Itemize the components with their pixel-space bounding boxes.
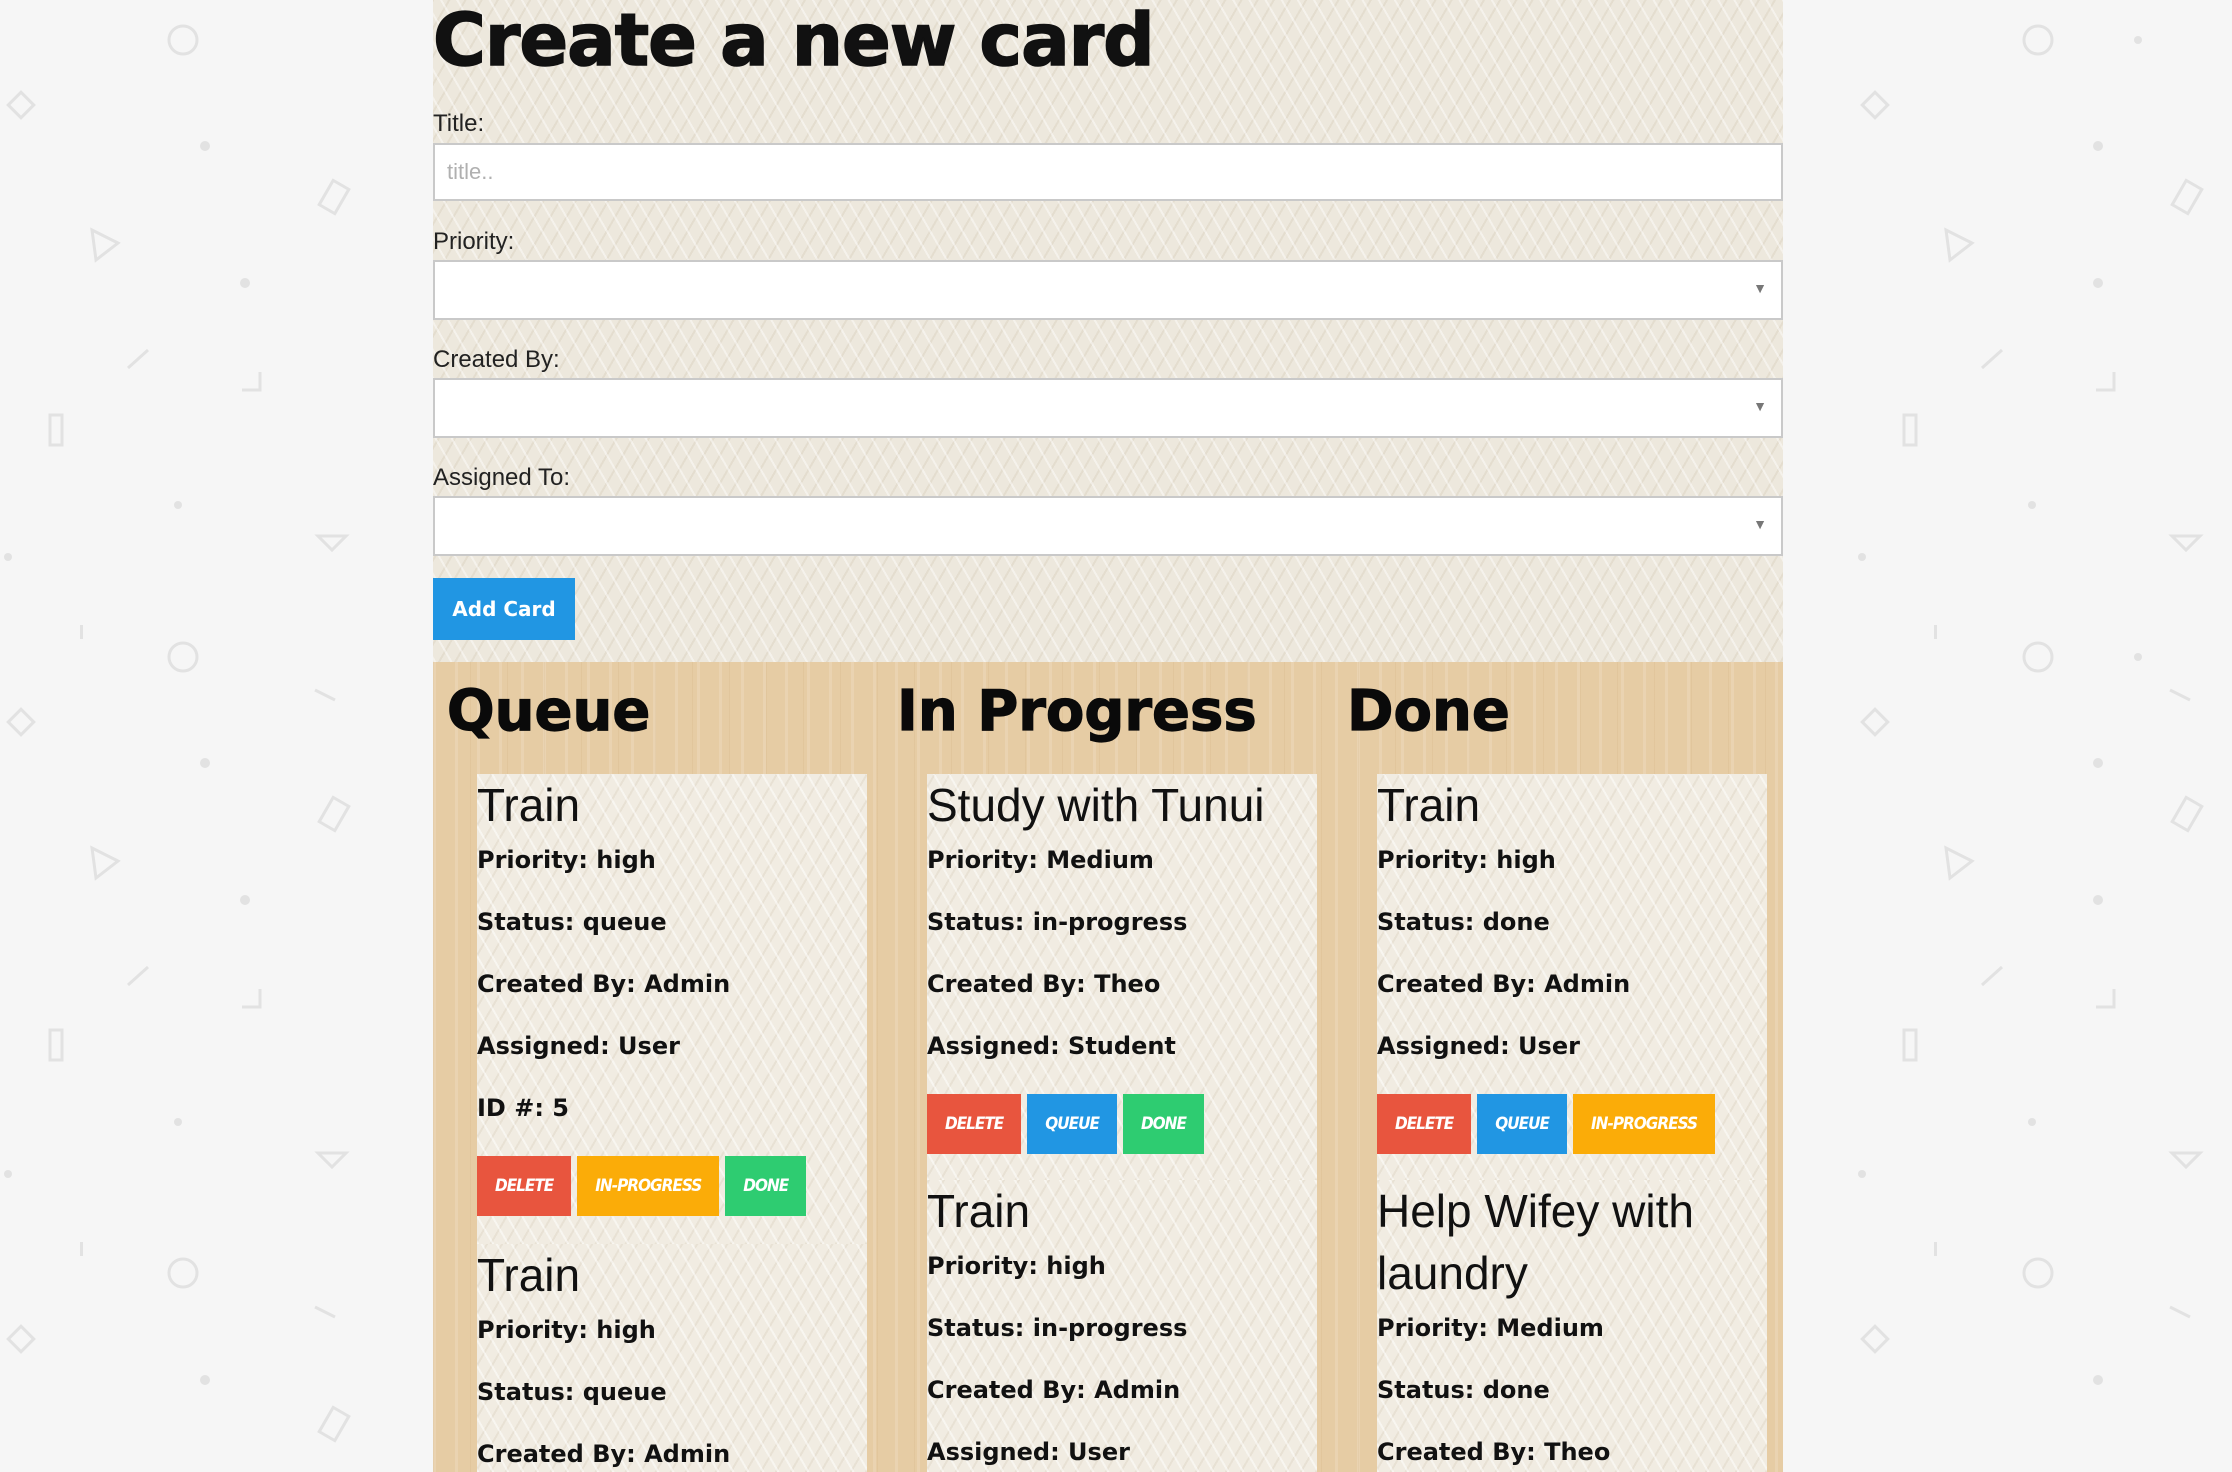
move-in-progress-button[interactable]: IN-PROGRESS <box>1572 1094 1716 1154</box>
card: Help Wifey with laundry Priority: Medium… <box>1377 1180 1767 1472</box>
card-title: Train <box>477 779 581 831</box>
move-queue-button[interactable]: QUEUE <box>1477 1094 1567 1154</box>
chevron-down-icon: ▼ <box>1753 398 1767 414</box>
column-in-progress: In Progress Study with Tunui Priority: M… <box>883 662 1333 1472</box>
card-id: ID #: 5 <box>477 1094 569 1122</box>
card-created-by: Created By: Theo <box>927 970 1161 998</box>
card-assigned: Assigned: User <box>1377 1032 1580 1060</box>
move-done-button[interactable]: DONE <box>1122 1094 1204 1154</box>
form-heading: Create a new card <box>432 0 1155 82</box>
title-label: Title: <box>433 110 485 137</box>
card-status: Status: in-progress <box>927 1314 1188 1342</box>
column-title: In Progress <box>896 679 1257 744</box>
card: Train Priority: high Status: queue Creat… <box>477 774 867 1244</box>
page-container: Create a new card Title: Priority: ▼ Cre… <box>432 0 1783 1472</box>
column-queue: Queue Train Priority: high Status: queue… <box>433 662 883 1472</box>
card: Study with Tunui Priority: Medium Status… <box>927 774 1317 1180</box>
card-status: Status: queue <box>477 908 667 936</box>
move-queue-button[interactable]: QUEUE <box>1027 1094 1117 1154</box>
priority-label: Priority: <box>433 228 515 255</box>
card-priority: Priority: Medium <box>1377 1314 1604 1342</box>
assigned-to-select[interactable]: ▼ <box>433 496 1783 556</box>
created-by-label: Created By: <box>433 346 560 373</box>
title-input[interactable] <box>433 143 1783 201</box>
card-assigned: Assigned: Student <box>927 1032 1176 1060</box>
card-title: Train <box>477 1249 581 1301</box>
card-created-by: Created By: Theo <box>1377 1438 1611 1466</box>
kanban-board: Queue Train Priority: high Status: queue… <box>433 662 1783 1472</box>
priority-select[interactable]: ▼ <box>433 260 1783 320</box>
card-priority: Priority: high <box>477 1316 656 1344</box>
card-status: Status: in-progress <box>927 908 1188 936</box>
card-priority: Priority: high <box>927 1252 1106 1280</box>
card-title: Study with Tunui <box>927 779 1265 831</box>
card-created-by: Created By: Admin <box>1377 970 1631 998</box>
delete-button[interactable]: DELETE <box>477 1156 572 1216</box>
card-assigned: Assigned: User <box>927 1438 1130 1466</box>
card-created-by: Created By: Admin <box>477 1440 731 1468</box>
card-actions: DELETE QUEUE DONE <box>927 1094 1204 1154</box>
assigned-to-label: Assigned To: <box>433 464 570 491</box>
card-priority: Priority: Medium <box>927 846 1154 874</box>
card-assigned: Assigned: User <box>477 1032 680 1060</box>
move-done-button[interactable]: DONE <box>725 1156 807 1216</box>
card-created-by: Created By: Admin <box>927 1376 1181 1404</box>
card-status: Status: queue <box>477 1378 667 1406</box>
card-status: Status: done <box>1377 1376 1550 1404</box>
card-title: Train <box>1377 779 1481 831</box>
card-created-by: Created By: Admin <box>477 970 731 998</box>
move-in-progress-button[interactable]: IN-PROGRESS <box>577 1156 720 1216</box>
created-by-select[interactable]: ▼ <box>433 378 1783 438</box>
column-done: Done Train Priority: high Status: done C… <box>1333 662 1783 1472</box>
add-card-button[interactable]: Add Card <box>433 578 575 640</box>
card-title: Train <box>927 1185 1031 1237</box>
card-priority: Priority: high <box>1377 846 1556 874</box>
card: Train Priority: high Status: done Create… <box>1377 774 1767 1180</box>
chevron-down-icon: ▼ <box>1753 280 1767 296</box>
delete-button[interactable]: DELETE <box>927 1094 1022 1154</box>
card: Train Priority: high Status: queue Creat… <box>477 1244 867 1472</box>
column-title: Done <box>1346 679 1510 744</box>
new-card-form: Create a new card Title: Priority: ▼ Cre… <box>432 0 1783 662</box>
column-title: Queue <box>446 679 651 744</box>
card-status: Status: done <box>1377 908 1550 936</box>
card: Train Priority: high Status: in-progress… <box>927 1180 1317 1472</box>
card-actions: DELETE QUEUE IN-PROGRESS <box>1377 1094 1716 1154</box>
card-title: Help Wifey with laundry <box>1377 1185 1694 1299</box>
delete-button[interactable]: DELETE <box>1377 1094 1472 1154</box>
chevron-down-icon: ▼ <box>1753 516 1767 532</box>
card-priority: Priority: high <box>477 846 656 874</box>
card-actions: DELETE IN-PROGRESS DONE <box>477 1156 807 1216</box>
